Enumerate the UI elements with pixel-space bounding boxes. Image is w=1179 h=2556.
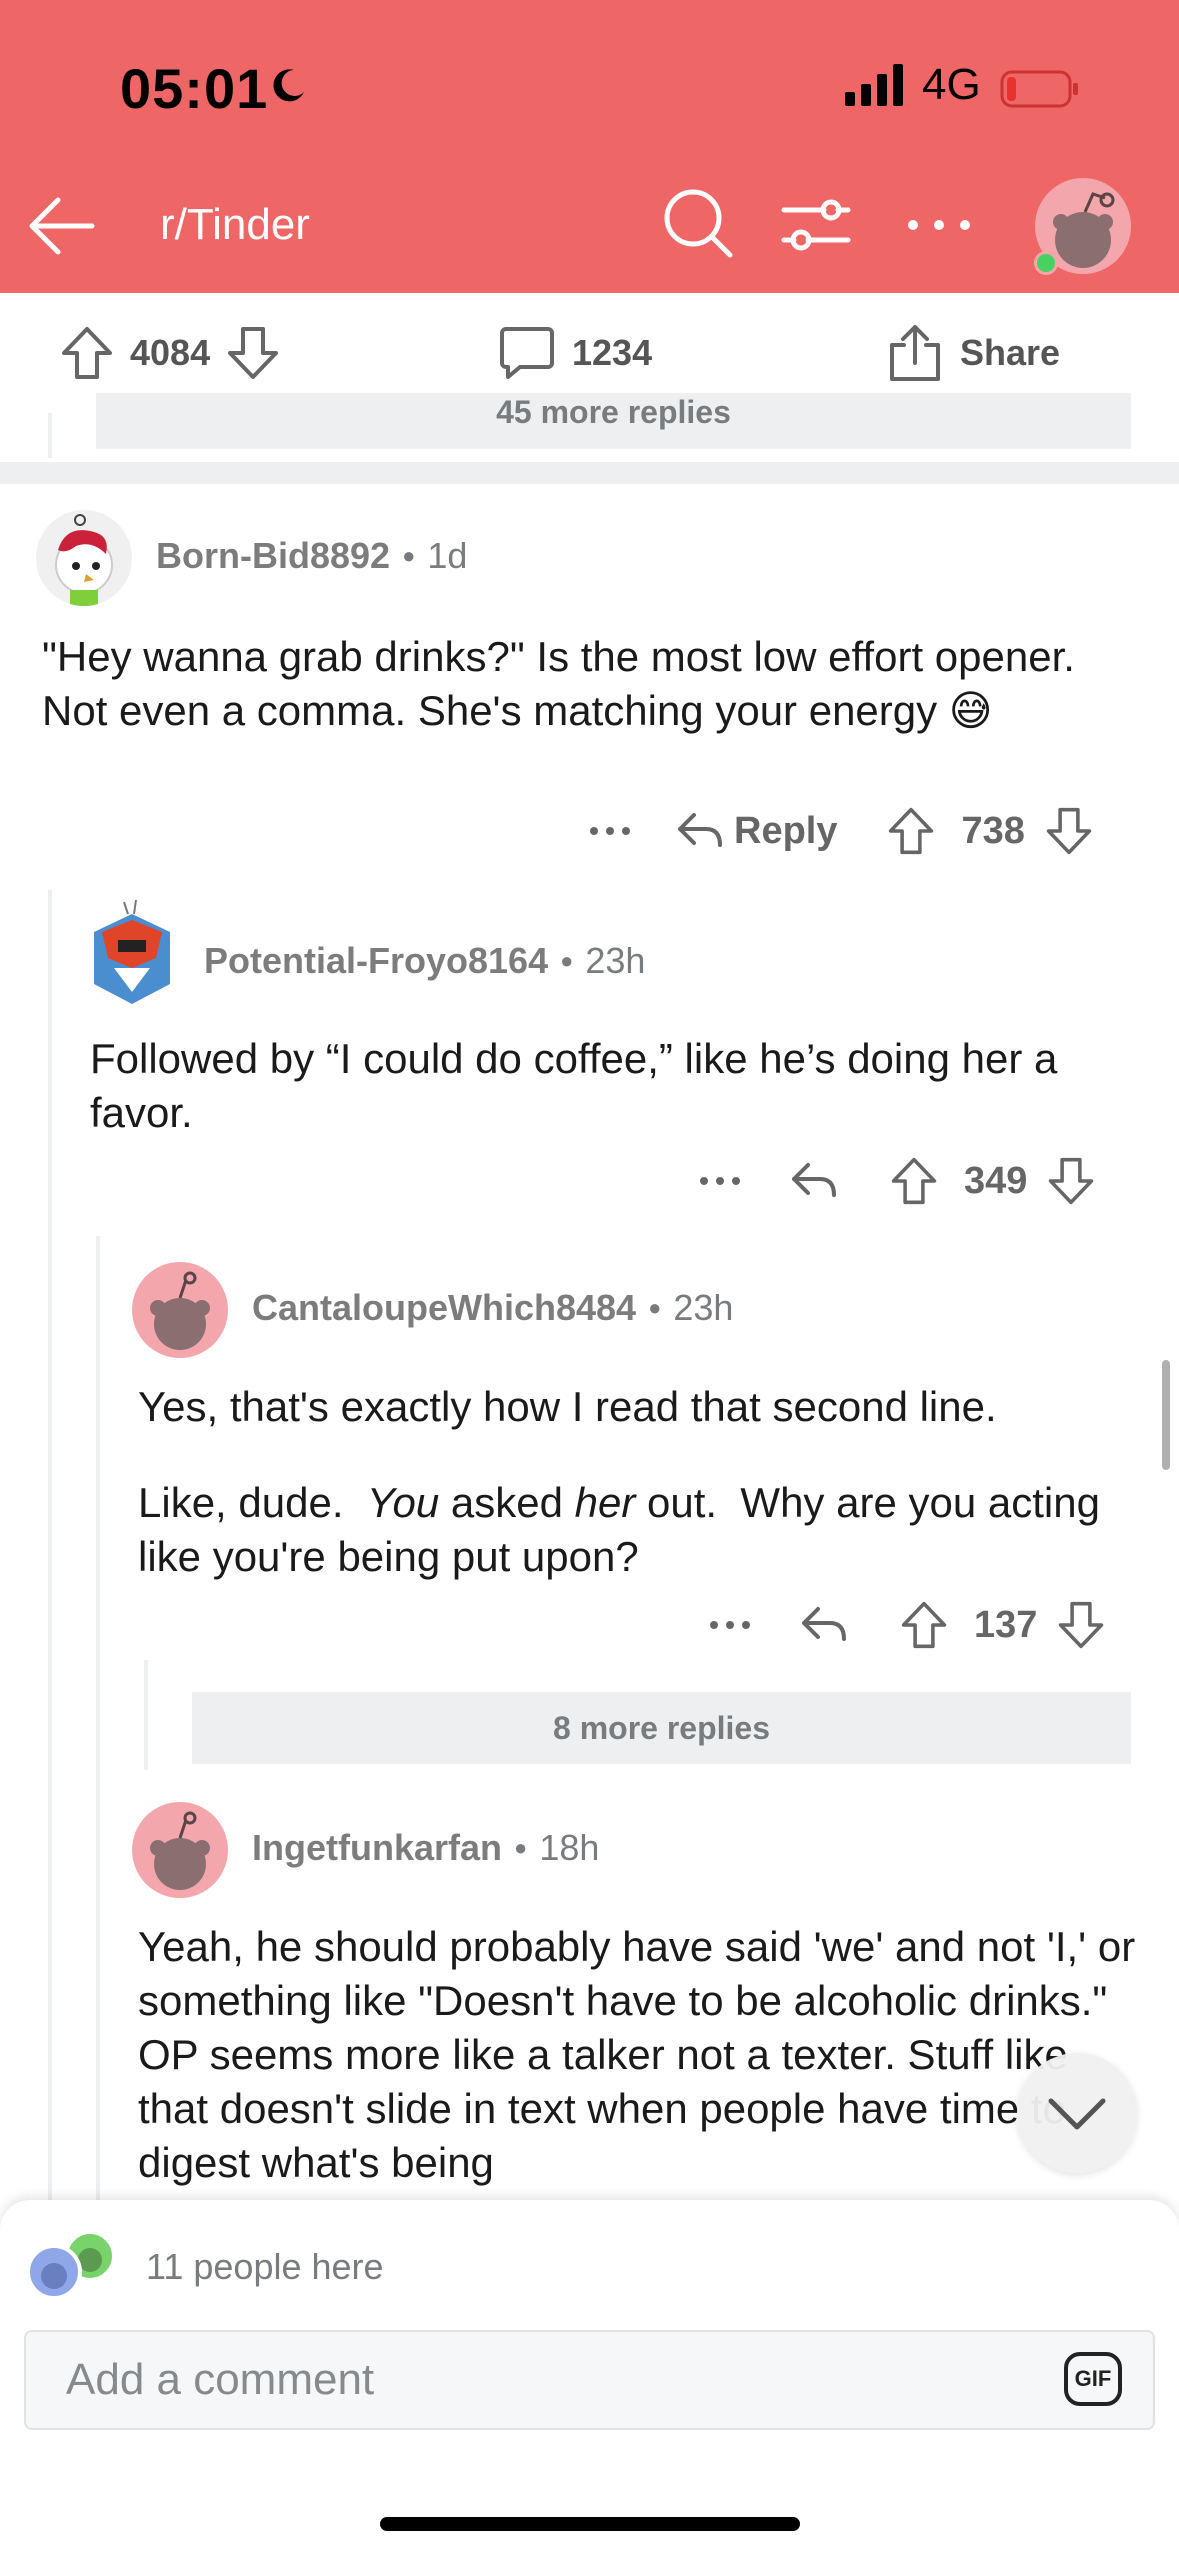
subreddit-title[interactable]: r/Tinder — [160, 200, 310, 250]
comment-username[interactable]: Potential-Froyo8164 — [204, 940, 548, 982]
thread-line — [48, 890, 52, 2210]
comment-vote-count: 137 — [974, 1603, 1038, 1646]
status-time: 05:01 — [120, 57, 269, 120]
comment-age: 18h — [539, 1827, 600, 1868]
comments-button[interactable]: 1234 — [498, 323, 652, 383]
upvote-icon[interactable] — [887, 806, 935, 856]
comment-meta: Potential-Froyo8164 ● 23h — [204, 940, 646, 982]
more-options-icon[interactable] — [588, 821, 632, 841]
commenter-avatar[interactable] — [84, 892, 180, 1012]
search-icon[interactable] — [660, 185, 736, 261]
downvote-icon[interactable] — [1057, 1600, 1105, 1650]
upvote-icon[interactable] — [890, 1156, 938, 1206]
thread-line — [144, 1660, 148, 1770]
comment-controls: 137 — [708, 1600, 1105, 1650]
reply-icon — [678, 813, 722, 847]
downvote-icon[interactable] — [1045, 806, 1093, 856]
gif-button[interactable]: GIF — [1064, 2352, 1122, 2406]
comment-body-paragraph: Like, dude. You asked her out. Why are y… — [138, 1479, 1112, 1580]
comment-meta: CantaloupeWhich8484 ● 23h — [252, 1287, 734, 1329]
comment-body: Yeah, he should probably have said 'we' … — [138, 1923, 1136, 2186]
upvote-icon[interactable] — [900, 1600, 948, 1650]
commenter-avatar[interactable] — [36, 510, 132, 606]
comment-age: 23h — [585, 940, 646, 981]
section-divider — [0, 462, 1179, 484]
signal-icon — [845, 64, 903, 106]
share-label: Share — [960, 332, 1061, 373]
comment-icon — [500, 327, 554, 379]
more-options-icon[interactable] — [698, 1171, 742, 1191]
comment-username[interactable]: Born-Bid8892 — [156, 535, 390, 577]
comment-username[interactable]: CantaloupeWhich8484 — [252, 1287, 636, 1329]
reply-label: Reply — [734, 809, 838, 852]
reply-icon[interactable] — [800, 1605, 848, 1645]
downvote-icon[interactable] — [226, 325, 280, 381]
thread-line — [96, 1236, 100, 2210]
scrollbar[interactable] — [1162, 1360, 1170, 1470]
home-indicator[interactable] — [380, 2517, 800, 2531]
post-vote-count: 4084 — [130, 332, 211, 373]
comment-meta: Born-Bid8892 ● 1d — [156, 535, 468, 577]
comment-body: "Hey wanna grab drinks?" Is the most low… — [42, 633, 1075, 734]
comment-input-placeholder: Add a comment — [66, 2355, 375, 2404]
comment-vote-count: 349 — [964, 1159, 1028, 1202]
moon-icon — [273, 69, 304, 102]
comment-age: 1d — [427, 535, 468, 576]
comment-count: 1234 — [572, 332, 653, 373]
commenter-avatar[interactable] — [132, 1802, 228, 1898]
more-options-icon[interactable] — [708, 1615, 752, 1635]
commenter-avatar[interactable] — [132, 1262, 228, 1358]
app-header: 05:01 4G r/Tinder — [0, 0, 1179, 293]
reply-icon[interactable] — [790, 1161, 838, 1201]
network-type: 4G — [922, 60, 981, 109]
people-here-avatars-icon — [26, 2230, 116, 2300]
share-button[interactable]: Share — [886, 323, 1060, 383]
more-options-icon[interactable] — [905, 210, 973, 240]
comment-body: Followed by “I could do coffee,” like he… — [90, 1035, 1058, 1136]
comment-input[interactable]: Add a comment — [24, 2330, 1155, 2430]
comment-body-paragraph: Yes, that's exactly how I read that seco… — [138, 1383, 997, 1430]
online-status-dot — [1034, 251, 1058, 275]
comment-controls: Reply 738 — [588, 806, 1093, 856]
scroll-down-button[interactable] — [1017, 2053, 1137, 2173]
comment-meta: Ingetfunkarfan ● 18h — [252, 1827, 600, 1869]
more-replies-button[interactable]: 45 more replies — [96, 393, 1131, 449]
downvote-icon[interactable] — [1047, 1156, 1095, 1206]
more-replies-button[interactable]: 8 more replies — [192, 1692, 1131, 1764]
people-here-count: 11 people here — [146, 2246, 384, 2287]
share-icon — [890, 325, 940, 381]
filter-icon[interactable] — [780, 195, 852, 255]
back-arrow-icon[interactable] — [24, 190, 96, 262]
thread-line — [48, 413, 52, 458]
battery-icon — [1000, 70, 1078, 108]
upvote-group: 4084 — [60, 323, 296, 383]
reply-button[interactable]: Reply — [676, 810, 837, 853]
comment-controls: 349 — [698, 1156, 1095, 1206]
upvote-icon[interactable] — [60, 325, 114, 381]
chevron-down-icon — [1048, 2098, 1106, 2130]
comment-username[interactable]: Ingetfunkarfan — [252, 1827, 502, 1869]
comment-age: 23h — [673, 1287, 734, 1328]
comment-vote-count: 738 — [961, 809, 1025, 852]
